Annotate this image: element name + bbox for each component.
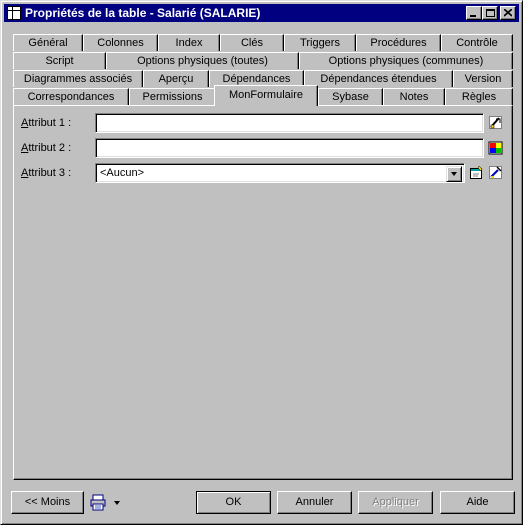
close-icon	[504, 9, 512, 17]
tab-correspondances[interactable]: Correspondances	[13, 88, 129, 105]
attribut-1-input[interactable]	[95, 113, 484, 133]
attribut-3-value: <Aucun>	[100, 167, 145, 179]
tab-notes[interactable]: Notes	[383, 88, 445, 105]
tab-regles[interactable]: Règles	[445, 88, 513, 105]
table-icon	[7, 6, 21, 20]
attribut-3-label: Attribut 3 :	[21, 167, 72, 179]
tab-apercu[interactable]: Aperçu	[143, 70, 209, 87]
chevron-down-icon[interactable]	[446, 166, 462, 182]
minimize-button[interactable]	[466, 6, 482, 20]
print-button[interactable]	[90, 494, 108, 512]
edit-properties-icon	[489, 116, 502, 129]
attribut-3-combo[interactable]: <Aucun>	[95, 163, 465, 183]
tab-triggers[interactable]: Triggers	[284, 34, 356, 51]
tab-script[interactable]: Script	[13, 52, 106, 69]
tab-cles[interactable]: Clés	[220, 34, 284, 51]
appliquer-button[interactable]: Appliquer	[358, 491, 433, 514]
tab-diagrammes-associes[interactable]: Diagrammes associés	[13, 70, 143, 87]
close-button[interactable]	[500, 6, 516, 20]
attribut-2-input[interactable]	[95, 138, 484, 158]
color-picker-button[interactable]	[488, 140, 504, 156]
annuler-button[interactable]: Annuler	[277, 491, 352, 514]
tab-panel-monformulaire	[13, 105, 513, 480]
title-bar-buttons	[466, 6, 516, 20]
ok-button[interactable]: OK	[196, 491, 271, 514]
title-bar[interactable]: Propriétés de la table - Salarié (SALARI…	[4, 4, 519, 22]
tab-general[interactable]: Général	[13, 34, 83, 51]
tab-permissions[interactable]: Permissions	[129, 88, 216, 105]
printer-icon	[90, 494, 106, 511]
properties-button[interactable]	[488, 165, 504, 181]
create-object-button[interactable]	[469, 165, 485, 181]
window-title: Propriétés de la table - Salarié (SALARI…	[25, 6, 261, 20]
edit-properties-button[interactable]	[488, 115, 504, 131]
tab-monformulaire[interactable]: MonFormulaire	[214, 85, 318, 106]
tab-options-physiques-communes[interactable]: Options physiques (communes)	[299, 52, 513, 69]
attribut-1-label: Attribut 1 :	[21, 117, 72, 129]
maximize-button[interactable]	[482, 6, 498, 20]
appliquer-label: Appliquer	[372, 496, 419, 508]
color-picker-icon	[488, 141, 503, 155]
moins-button[interactable]: << Moins	[11, 491, 84, 514]
tab-colonnes[interactable]: Colonnes	[83, 34, 158, 51]
tab-version[interactable]: Version	[453, 70, 513, 87]
tab-dependances-etendues[interactable]: Dépendances étendues	[304, 70, 453, 87]
properties-icon	[489, 166, 502, 179]
chevron-down-icon[interactable]	[114, 501, 120, 505]
attribut-2-label: Attribut 2 :	[21, 142, 72, 154]
tab-options-physiques-toutes[interactable]: Options physiques (toutes)	[106, 52, 299, 69]
aide-button[interactable]: Aide	[440, 491, 515, 514]
tab-sybase[interactable]: Sybase	[318, 88, 383, 105]
tab-controle[interactable]: Contrôle	[441, 34, 513, 51]
maximize-icon	[486, 9, 495, 17]
tab-index[interactable]: Index	[158, 34, 220, 51]
minimize-icon	[470, 15, 476, 17]
properties-dialog: Propriétés de la table - Salarié (SALARI…	[0, 0, 523, 525]
tab-procedures[interactable]: Procédures	[356, 34, 441, 51]
create-object-icon	[470, 165, 483, 179]
